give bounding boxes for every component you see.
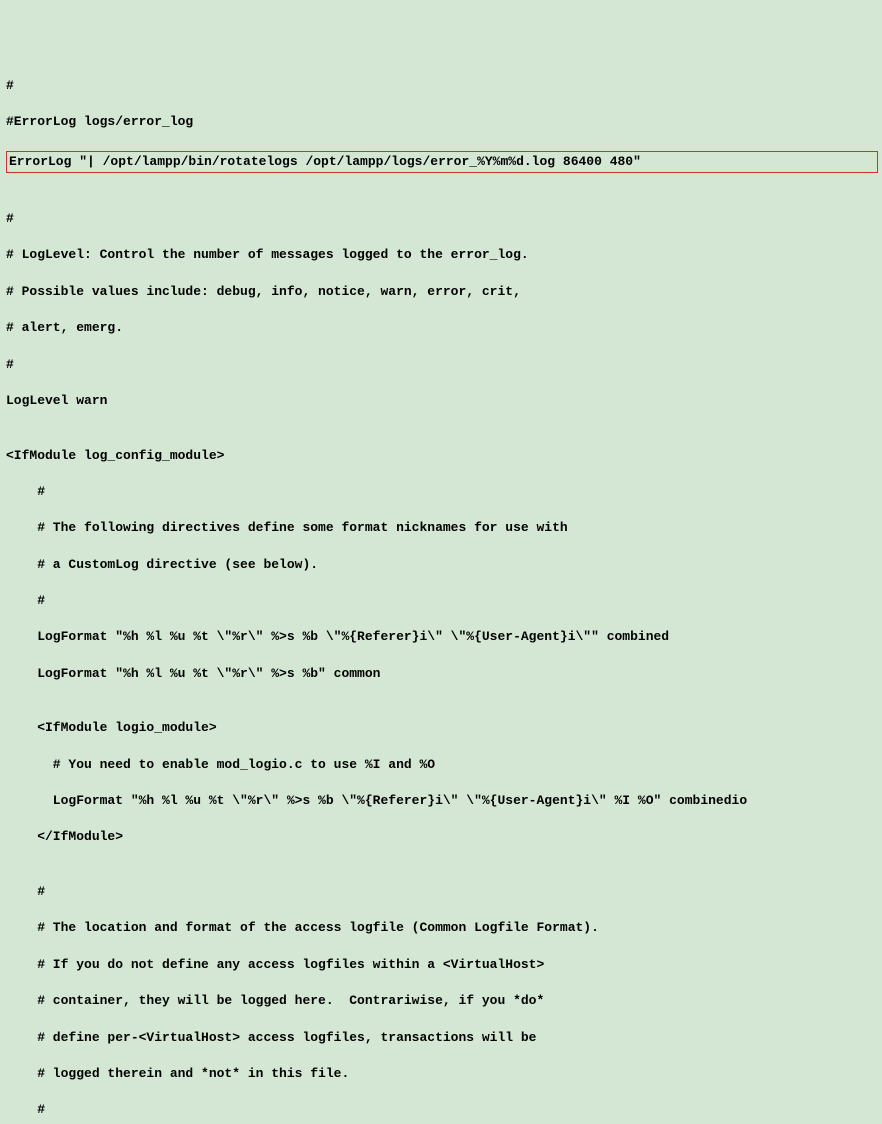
config-line: # alert, emerg.	[6, 319, 876, 337]
config-line: #	[6, 210, 876, 228]
config-line: #	[6, 883, 876, 901]
logformat-directive: LogFormat "%h %l %u %t \"%r\" %>s %b \"%…	[6, 628, 876, 646]
config-line: #	[6, 592, 876, 610]
config-line: #	[6, 356, 876, 374]
config-line: # define per-<VirtualHost> access logfil…	[6, 1029, 876, 1047]
logformat-directive: LogFormat "%h %l %u %t \"%r\" %>s %b \"%…	[6, 792, 876, 810]
ifmodule-logio-close: </IfModule>	[6, 828, 876, 846]
config-line: #	[6, 77, 876, 95]
config-line: # LogLevel: Control the number of messag…	[6, 246, 876, 264]
errorlog-highlight: ErrorLog "| /opt/lampp/bin/rotatelogs /o…	[6, 151, 878, 173]
config-line: # a CustomLog directive (see below).	[6, 556, 876, 574]
config-line: # If you do not define any access logfil…	[6, 956, 876, 974]
config-line: #	[6, 1101, 876, 1119]
config-line: #ErrorLog logs/error_log	[6, 113, 876, 131]
config-line: # You need to enable mod_logio.c to use …	[6, 756, 876, 774]
ifmodule-logio-open: <IfModule logio_module>	[6, 719, 876, 737]
config-line: # Possible values include: debug, info, …	[6, 283, 876, 301]
config-line: # The location and format of the access …	[6, 919, 876, 937]
errorlog-directive: ErrorLog "| /opt/lampp/bin/rotatelogs /o…	[9, 154, 641, 169]
loglevel-directive: LogLevel warn	[6, 392, 876, 410]
config-line: #	[6, 483, 876, 501]
config-line: # logged therein and *not* in this file.	[6, 1065, 876, 1083]
logformat-directive: LogFormat "%h %l %u %t \"%r\" %>s %b" co…	[6, 665, 876, 683]
ifmodule-open: <IfModule log_config_module>	[6, 447, 876, 465]
config-line: # container, they will be logged here. C…	[6, 992, 876, 1010]
config-line: # The following directives define some f…	[6, 519, 876, 537]
